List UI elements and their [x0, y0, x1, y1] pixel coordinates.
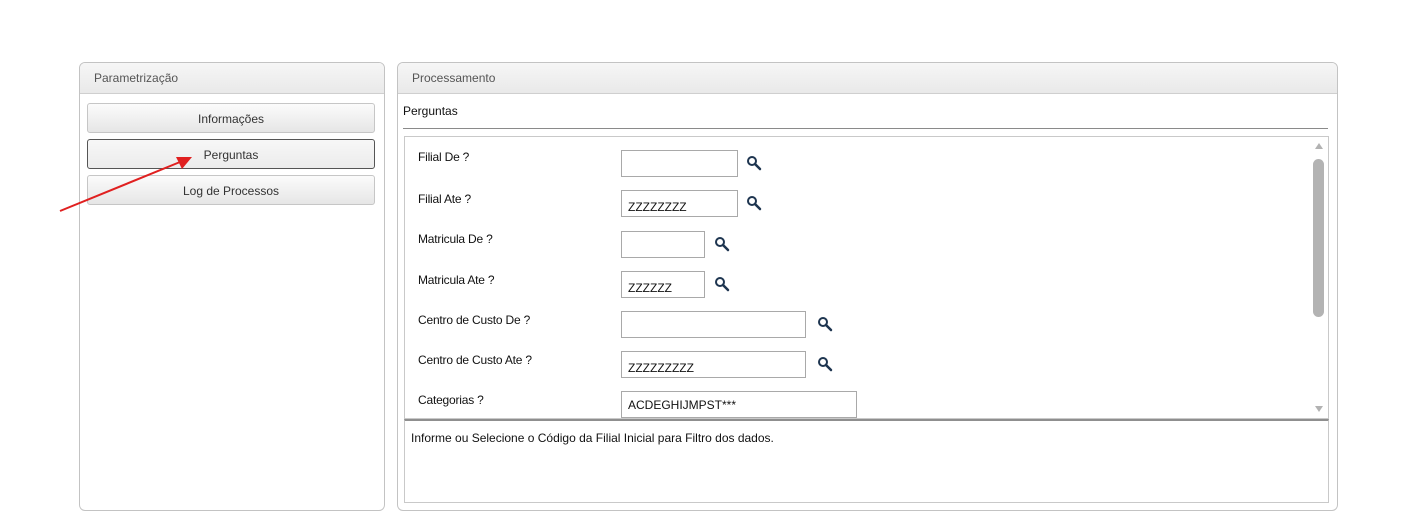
search-icon[interactable]	[714, 276, 730, 292]
parametrizacao-header: Parametrização	[80, 63, 384, 94]
categorias-input[interactable]: ACDEGHIJMPST***	[621, 391, 857, 418]
scroll-down-arrow-icon[interactable]	[1315, 406, 1323, 412]
question-label-filial-ate: Filial Ate ?	[418, 192, 471, 206]
nav-informacoes-button[interactable]: Informações	[87, 103, 375, 133]
filial-ate-input[interactable]: ZZZZZZZZ	[621, 190, 738, 217]
help-box: Informe ou Selecione o Código da Filial …	[404, 419, 1329, 503]
question-label-matricula-ate: Matricula Ate ?	[418, 273, 495, 287]
questions-list[interactable]: Filial De ? Filial Ate ? ZZZZZZZZ Matric…	[404, 136, 1329, 419]
question-label-categorias: Categorias ?	[418, 393, 484, 407]
search-icon[interactable]	[746, 195, 762, 211]
questions-scrollbar[interactable]	[1310, 137, 1328, 418]
search-icon[interactable]	[817, 356, 833, 372]
nav-perguntas-button[interactable]: Perguntas	[87, 139, 375, 169]
filial-de-input[interactable]	[621, 150, 738, 177]
search-icon[interactable]	[817, 316, 833, 332]
help-text: Informe ou Selecione o Código da Filial …	[411, 431, 774, 445]
section-divider	[403, 128, 1328, 129]
processamento-panel: Processamento Perguntas Filial De ? Fili…	[397, 62, 1338, 511]
question-label-matricula-de: Matricula De ?	[418, 232, 493, 246]
processamento-header: Processamento	[398, 63, 1337, 94]
question-label-centro-custo-de: Centro de Custo De ?	[418, 313, 531, 327]
perguntas-section-title: Perguntas	[403, 104, 458, 118]
centro-custo-de-input[interactable]	[621, 311, 806, 338]
centro-custo-ate-input[interactable]: ZZZZZZZZZ	[621, 351, 806, 378]
search-icon[interactable]	[746, 155, 762, 171]
matricula-de-input[interactable]	[621, 231, 705, 258]
question-label-filial-de: Filial De ?	[418, 150, 470, 164]
scroll-thumb[interactable]	[1313, 159, 1324, 317]
scroll-up-arrow-icon[interactable]	[1315, 143, 1323, 149]
nav-log-processos-button[interactable]: Log de Processos	[87, 175, 375, 205]
matricula-ate-input[interactable]: ZZZZZZ	[621, 271, 705, 298]
question-label-centro-custo-ate: Centro de Custo Ate ?	[418, 353, 532, 367]
parametrizacao-panel: Parametrização Informações Perguntas Log…	[79, 62, 385, 511]
search-icon[interactable]	[714, 236, 730, 252]
